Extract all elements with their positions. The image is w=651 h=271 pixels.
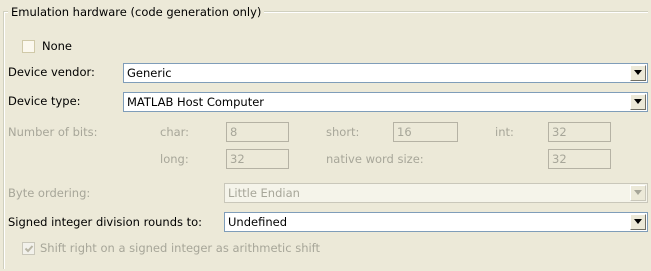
char-bits-field: 8 bbox=[226, 122, 289, 142]
chevron-down-icon[interactable] bbox=[630, 94, 646, 110]
byte-ordering-label: Byte ordering: bbox=[8, 186, 91, 200]
device-type-dropdown[interactable]: MATLAB Host Computer bbox=[123, 92, 648, 112]
int-bits-value: 32 bbox=[552, 125, 567, 139]
char-label: char: bbox=[160, 125, 190, 139]
int-label: int: bbox=[495, 125, 514, 139]
char-bits-value: 8 bbox=[230, 125, 238, 139]
long-bits-value: 32 bbox=[230, 152, 245, 166]
chevron-down-icon[interactable] bbox=[630, 214, 646, 230]
short-bits-field: 16 bbox=[393, 122, 458, 142]
native-word-size-value: 32 bbox=[552, 152, 567, 166]
signed-division-dropdown[interactable]: Undefined bbox=[224, 212, 648, 232]
short-label: short: bbox=[326, 125, 360, 139]
chevron-down-icon[interactable] bbox=[630, 65, 646, 81]
device-vendor-label: Device vendor: bbox=[8, 65, 95, 79]
native-word-size-field: 32 bbox=[548, 149, 611, 169]
long-label: long: bbox=[160, 152, 189, 166]
native-word-size-label: native word size: bbox=[326, 152, 424, 166]
long-bits-field: 32 bbox=[226, 149, 289, 169]
device-type-value: MATLAB Host Computer bbox=[127, 95, 265, 109]
device-vendor-value: Generic bbox=[127, 66, 172, 80]
short-bits-value: 16 bbox=[397, 125, 412, 139]
shift-right-checkbox bbox=[22, 242, 35, 255]
shift-right-label: Shift right on a signed integer as arith… bbox=[40, 241, 321, 255]
none-checkbox-label[interactable]: None bbox=[42, 38, 72, 54]
emulation-hardware-panel: Emulation hardware (code generation only… bbox=[0, 0, 651, 271]
int-bits-field: 32 bbox=[548, 122, 611, 142]
byte-ordering-value: Little Endian bbox=[228, 186, 300, 200]
chevron-down-icon bbox=[630, 185, 646, 201]
number-of-bits-label: Number of bits: bbox=[8, 125, 98, 139]
groupbox-title: Emulation hardware (code generation only… bbox=[8, 4, 265, 20]
none-checkbox[interactable] bbox=[22, 40, 35, 53]
signed-division-label: Signed integer division rounds to: bbox=[8, 215, 203, 229]
byte-ordering-dropdown: Little Endian bbox=[224, 183, 648, 203]
device-vendor-dropdown[interactable]: Generic bbox=[123, 63, 648, 83]
checkmark-icon bbox=[24, 245, 34, 253]
device-type-label: Device type: bbox=[8, 94, 81, 108]
signed-division-value: Undefined bbox=[228, 215, 287, 229]
